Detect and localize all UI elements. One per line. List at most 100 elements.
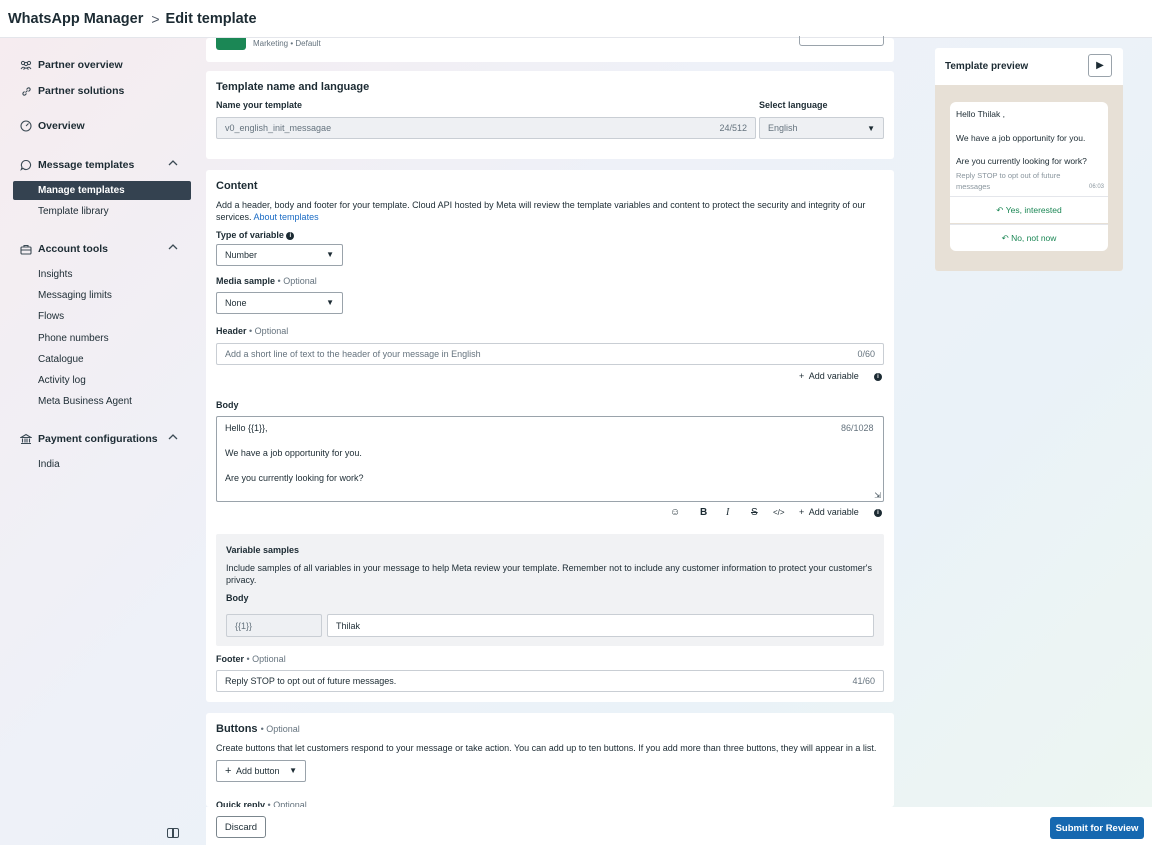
- char-count: 24/512: [719, 123, 747, 133]
- top-bar: WhatsApp Manager > Edit template: [0, 0, 1152, 38]
- bottom-action-bar: Discard Submit for Review: [206, 807, 1152, 845]
- language-label: Select language: [759, 100, 828, 110]
- info-icon[interactable]: i: [286, 231, 295, 240]
- char-count: 41/60: [852, 676, 875, 686]
- sidebar-label: Payment configurations: [38, 433, 158, 445]
- discard-button[interactable]: Discard: [216, 816, 266, 838]
- emoji-icon[interactable]: ☺: [670, 507, 680, 518]
- chevron-up-icon[interactable]: [168, 159, 178, 170]
- header-label: Header • Optional: [216, 326, 289, 336]
- type-of-variable-select[interactable]: Number ▼: [216, 244, 343, 266]
- caret-down-icon: ▼: [326, 250, 334, 259]
- play-icon[interactable]: ▶: [1088, 54, 1112, 77]
- add-variable-button[interactable]: + Add variable: [799, 507, 859, 517]
- strikethrough-icon[interactable]: S: [751, 507, 758, 518]
- sidebar-item-partner-solutions[interactable]: Partner solutions: [20, 85, 124, 97]
- bank-icon: [20, 433, 32, 445]
- type-of-variable-label: Type of variable i: [216, 230, 295, 240]
- section-title: Template name and language: [216, 81, 370, 93]
- code-icon[interactable]: </>: [773, 508, 785, 517]
- template-preview-panel: Template preview ▶ Hello Thilak , We hav…: [935, 48, 1123, 271]
- bold-icon[interactable]: B: [700, 507, 707, 518]
- quick-reply-yes: ↶ Yes, interested: [950, 196, 1108, 223]
- sidebar-label: Account tools: [38, 243, 108, 255]
- sidebar-item-messaging-limits[interactable]: Messaging limits: [38, 290, 112, 301]
- sidebar-item-phone-numbers[interactable]: Phone numbers: [38, 333, 109, 344]
- people-icon: [20, 59, 32, 71]
- info-icon[interactable]: i: [874, 373, 882, 381]
- sidebar-item-overview[interactable]: Overview: [20, 120, 85, 132]
- content-description: Add a header, body and footer for your t…: [216, 200, 866, 222]
- sidebar-item-activity-log[interactable]: Activity log: [38, 375, 86, 386]
- template-thumbnail: [216, 38, 246, 50]
- breadcrumb-separator: >: [151, 10, 160, 27]
- collapse-sidebar-icon[interactable]: [167, 828, 179, 838]
- variable-samples-title: Variable samples: [226, 545, 300, 555]
- sidebar-item-template-library[interactable]: Template library: [38, 206, 109, 217]
- buttons-card: Buttons • Optional Create buttons that l…: [206, 713, 894, 810]
- body-label: Body: [216, 400, 239, 410]
- sidebar: Partner overview Partner solutions Overv…: [0, 38, 200, 845]
- preview-title: Template preview: [945, 61, 1029, 72]
- add-button-dropdown[interactable]: + Add button ▼: [216, 760, 306, 782]
- italic-icon[interactable]: I: [726, 507, 729, 518]
- footer-input[interactable]: Reply STOP to opt out of future messages…: [216, 670, 884, 692]
- caret-down-icon: ▼: [867, 124, 875, 133]
- quick-reply-no: ↶ No, not now: [950, 224, 1108, 251]
- sidebar-item-manage-templates[interactable]: Manage templates: [13, 181, 191, 200]
- reply-icon: ↶: [1001, 232, 1009, 243]
- body-textarea[interactable]: Hello {{1}}, We have a job opportunity f…: [216, 416, 884, 502]
- header-input[interactable]: Add a short line of text to the header o…: [216, 343, 884, 365]
- chevron-up-icon[interactable]: [168, 433, 178, 444]
- app-title[interactable]: WhatsApp Manager: [8, 11, 143, 27]
- page-title: Edit template: [165, 10, 257, 27]
- sidebar-label: Overview: [38, 120, 85, 132]
- sidebar-item-flows[interactable]: Flows: [38, 311, 64, 322]
- template-summary-card: Marketing • Default: [206, 36, 894, 62]
- caret-down-icon: ▼: [289, 766, 297, 775]
- chat-bubble-icon: [20, 159, 32, 171]
- caret-down-icon: ▼: [326, 298, 334, 307]
- media-sample-select[interactable]: None ▼: [216, 292, 343, 314]
- sidebar-item-india[interactable]: India: [38, 459, 60, 470]
- gauge-icon: [20, 120, 32, 132]
- message-bubble: Hello Thilak , We have a job opportunity…: [950, 102, 1108, 196]
- sidebar-item-meta-business-agent[interactable]: Meta Business Agent: [38, 396, 132, 407]
- sidebar-item-catalogue[interactable]: Catalogue: [38, 354, 84, 365]
- info-icon[interactable]: i: [874, 509, 882, 517]
- template-category: Marketing • Default: [253, 39, 321, 48]
- variable-samples-box: Variable samples Include samples of all …: [216, 534, 884, 646]
- sidebar-label: Partner solutions: [38, 85, 125, 97]
- about-templates-link[interactable]: About templates: [254, 212, 319, 222]
- sidebar-item-payment-configurations[interactable]: Payment configurations: [20, 433, 158, 445]
- section-title: Buttons • Optional: [216, 723, 300, 735]
- media-sample-label: Media sample • Optional: [216, 276, 317, 286]
- template-name-input[interactable]: v0_english_init_messagae 24/512: [216, 117, 756, 139]
- chat-background: Hello Thilak , We have a job opportunity…: [935, 85, 1123, 271]
- sidebar-item-account-tools[interactable]: Account tools: [20, 243, 108, 255]
- name-language-card: Template name and language Name your tem…: [206, 71, 894, 159]
- reply-icon: ↶: [996, 204, 1004, 215]
- sidebar-label: Partner overview: [38, 59, 123, 71]
- add-variable-button[interactable]: + Add variable: [799, 371, 859, 381]
- char-count: 0/60: [857, 349, 875, 359]
- chevron-up-icon[interactable]: [168, 243, 178, 254]
- variable-samples-description: Include samples of all variables in your…: [226, 563, 873, 585]
- resize-handle-icon[interactable]: ⇲: [874, 491, 881, 500]
- language-select[interactable]: English ▼: [759, 117, 884, 139]
- submit-for-review-button[interactable]: Submit for Review: [1050, 817, 1144, 839]
- variable-sample-input[interactable]: Thilak: [327, 614, 874, 637]
- footer-label: Footer • Optional: [216, 654, 286, 664]
- link-icon: [20, 85, 32, 97]
- char-count: 86/1028: [841, 423, 874, 433]
- variable-body-label: Body: [226, 593, 249, 603]
- buttons-description: Create buttons that let customers respon…: [216, 743, 877, 753]
- sidebar-item-insights[interactable]: Insights: [38, 269, 72, 280]
- section-title: Content: [216, 180, 258, 192]
- sidebar-item-partner-overview[interactable]: Partner overview: [20, 59, 123, 71]
- sidebar-item-message-templates[interactable]: Message templates: [20, 159, 134, 171]
- partial-button[interactable]: [799, 36, 884, 46]
- sidebar-label: Message templates: [38, 159, 135, 171]
- variable-token-field: {{1}}: [226, 614, 322, 637]
- toolbox-icon: [20, 243, 32, 255]
